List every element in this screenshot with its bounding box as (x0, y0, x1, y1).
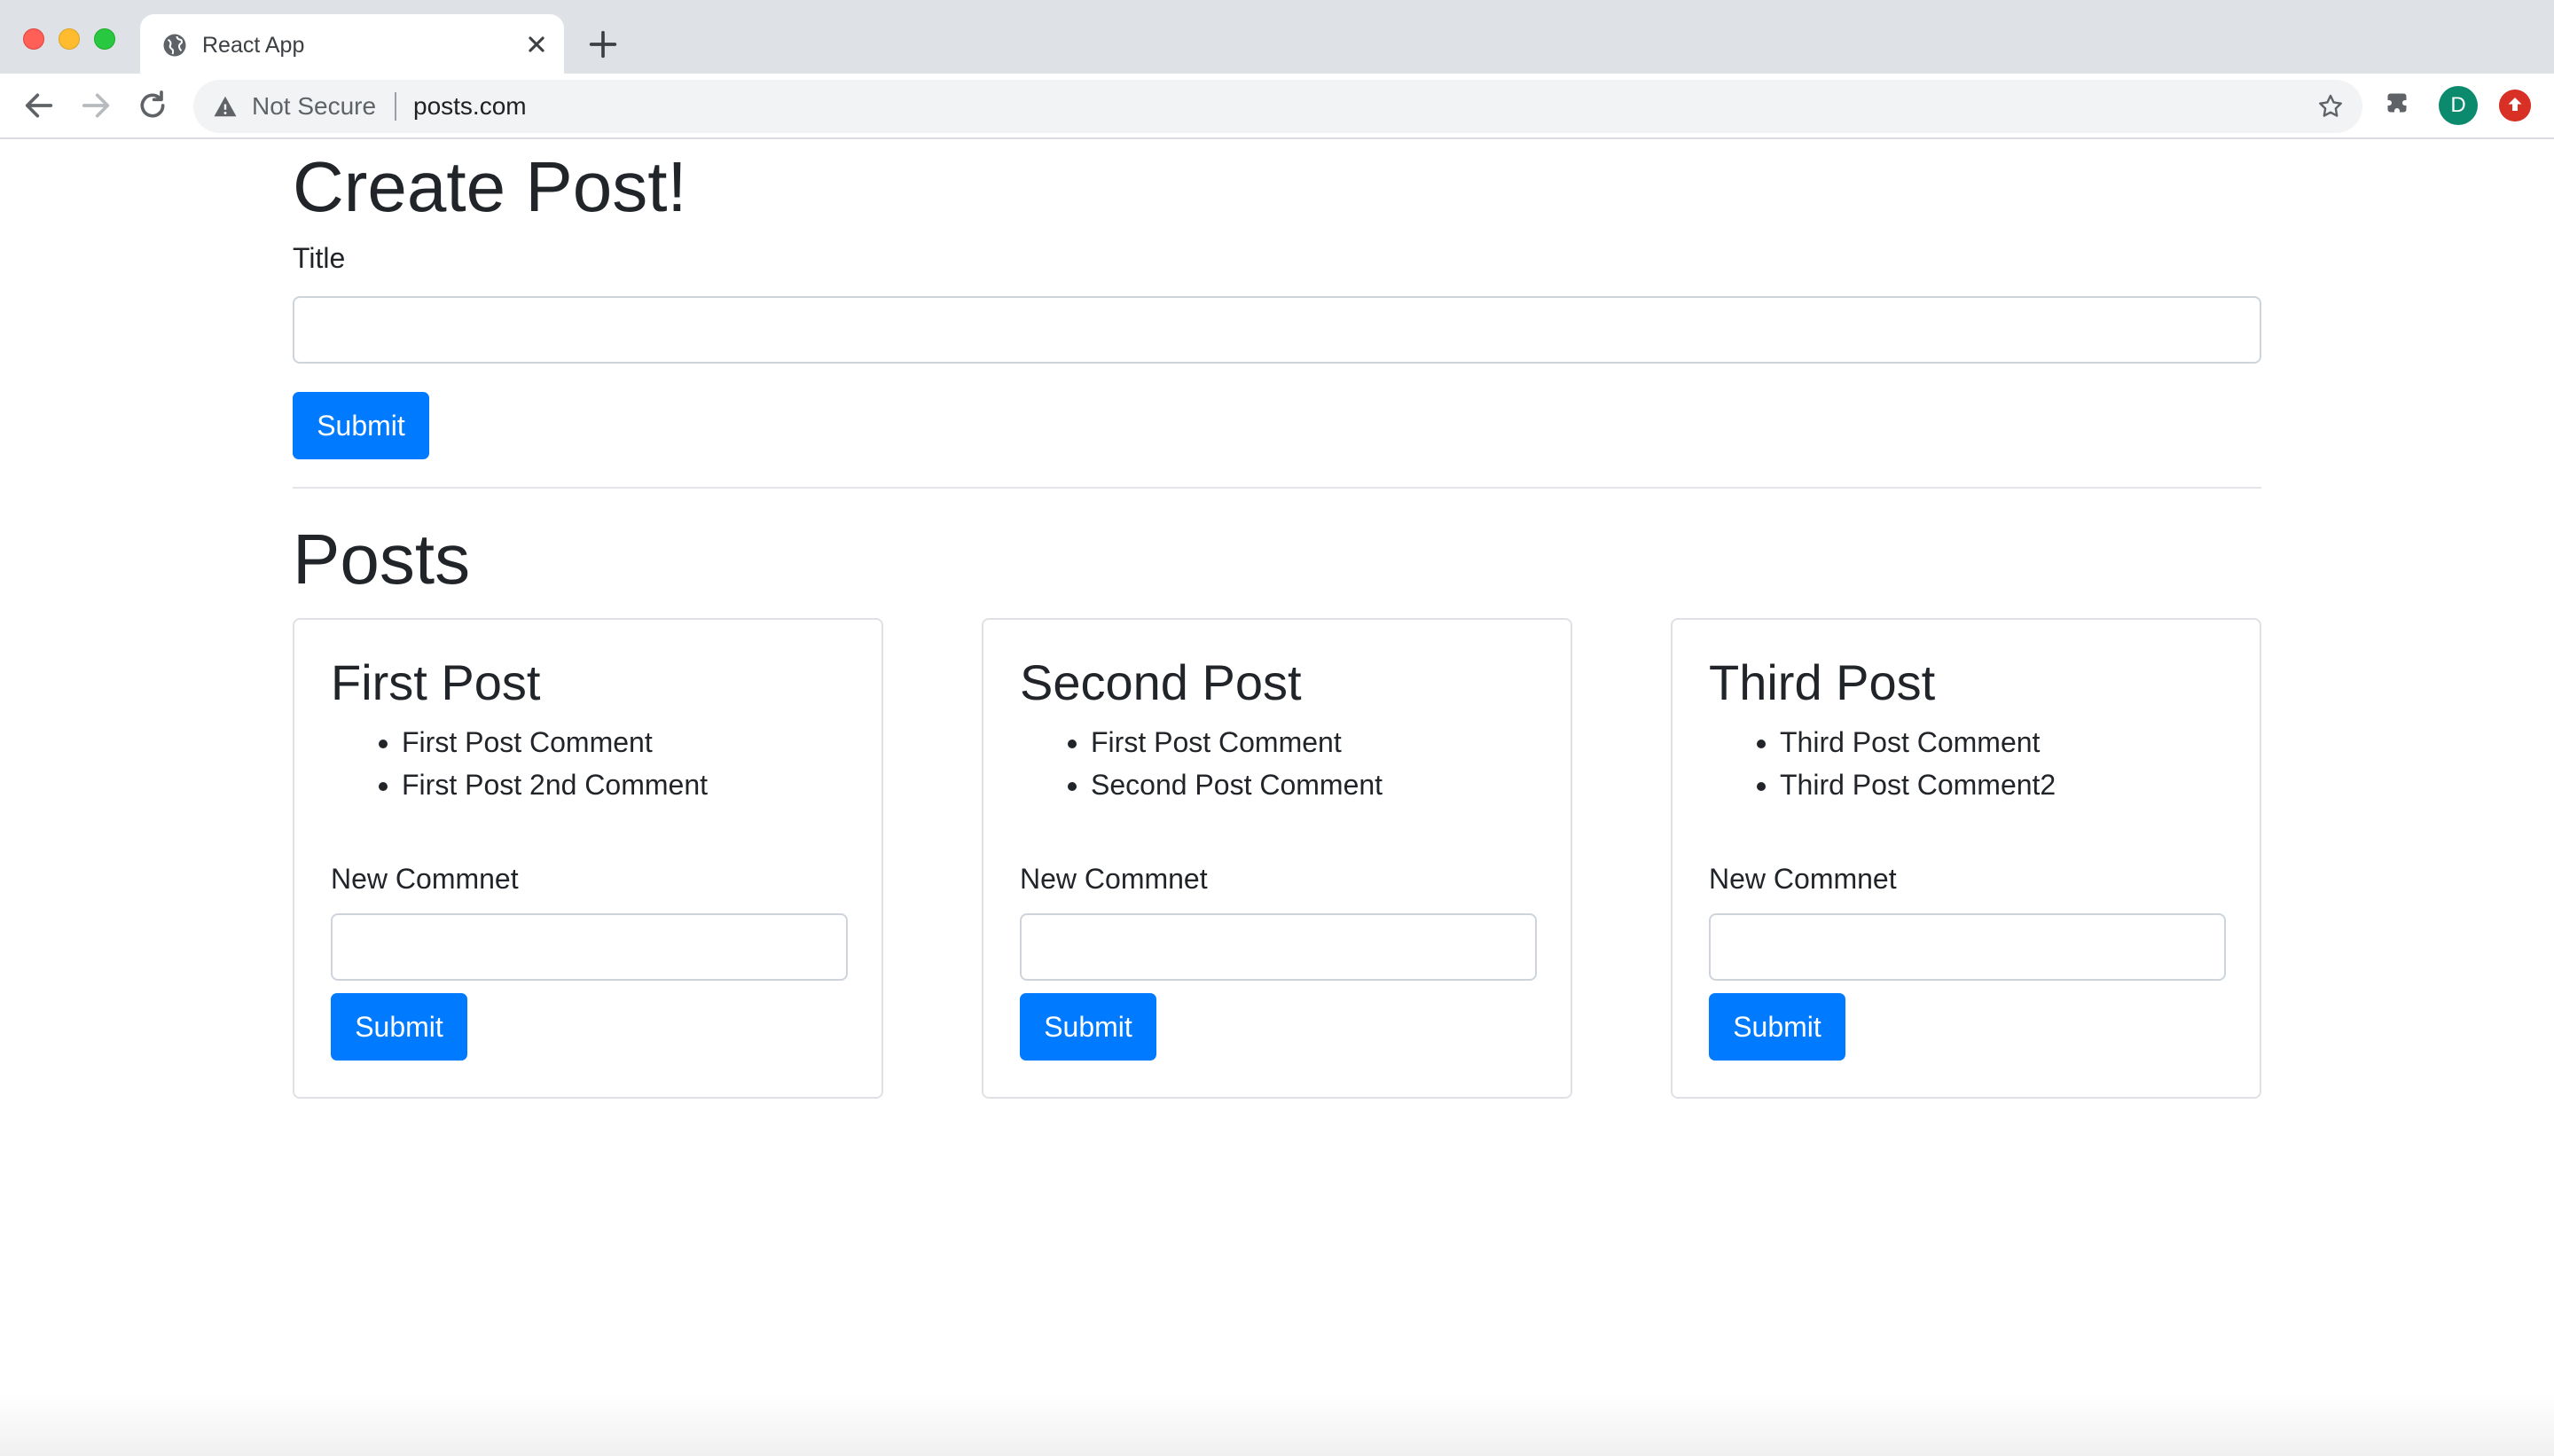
comment-list: First Post Comment Second Post Comment (1020, 721, 1383, 806)
globe-icon (163, 34, 186, 57)
browser-toolbar: Not Secure posts.com D (0, 74, 2554, 139)
comment-item: Third Post Comment2 (1780, 763, 2056, 806)
new-comment-input[interactable] (1709, 913, 2226, 981)
new-comment-label: New Commnet (1709, 863, 1897, 895)
minimize-window-button[interactable] (59, 28, 80, 50)
browser-chrome: React App Not Secure posts.com D (0, 0, 2554, 139)
reload-icon[interactable] (135, 88, 170, 123)
maximize-window-button[interactable] (94, 28, 115, 50)
close-window-button[interactable] (23, 28, 44, 50)
forward-arrow-icon[interactable] (78, 88, 114, 123)
extensions-puzzle-icon[interactable] (2384, 90, 2416, 121)
comment-list: First Post Comment First Post 2nd Commen… (331, 721, 708, 806)
warning-icon (214, 96, 237, 117)
new-comment-label: New Commnet (331, 863, 519, 895)
tab-strip: React App (0, 0, 2554, 74)
profile-avatar[interactable]: D (2439, 86, 2478, 125)
comment-list: Third Post Comment Third Post Comment2 (1709, 721, 2056, 806)
create-post-heading: Create Post! (293, 147, 687, 226)
window-bottom-shadow (0, 1394, 2554, 1456)
comment-submit-button[interactable]: Submit (1709, 993, 1845, 1061)
back-arrow-icon[interactable] (21, 88, 57, 123)
update-arrow-icon[interactable] (2499, 90, 2531, 121)
divider (293, 487, 2261, 489)
post-card: Third Post Third Post Comment Third Post… (1671, 618, 2261, 1099)
security-label[interactable]: Not Secure (252, 91, 376, 121)
comment-submit-button[interactable]: Submit (1020, 993, 1156, 1061)
title-input[interactable] (293, 296, 2261, 364)
create-post-submit-button[interactable]: Submit (293, 392, 429, 459)
comment-item: First Post 2nd Comment (402, 763, 708, 806)
comment-item: Second Post Comment (1091, 763, 1383, 806)
post-card: First Post First Post Comment First Post… (293, 618, 883, 1099)
post-title: First Post (331, 654, 541, 710)
comment-item: Third Post Comment (1780, 721, 2056, 763)
bookmark-star-icon[interactable] (2316, 92, 2345, 121)
title-label: Title (293, 242, 346, 274)
post-title: Second Post (1020, 654, 1302, 710)
comment-item: First Post Comment (402, 721, 708, 763)
url-text[interactable]: posts.com (413, 91, 527, 121)
tab-title: React App (202, 33, 305, 58)
comment-item: First Post Comment (1091, 721, 1383, 763)
post-title: Third Post (1709, 654, 1936, 710)
comment-submit-button[interactable]: Submit (331, 993, 467, 1061)
browser-tab[interactable]: React App (140, 14, 564, 74)
posts-heading: Posts (293, 520, 471, 599)
post-card: Second Post First Post Comment Second Po… (982, 618, 1572, 1099)
new-comment-input[interactable] (331, 913, 848, 981)
new-comment-label: New Commnet (1020, 863, 1208, 895)
new-comment-input[interactable] (1020, 913, 1537, 981)
omnibox-divider (395, 92, 396, 121)
new-tab-icon[interactable] (585, 27, 621, 62)
page-content: Create Post! Title Submit Posts First Po… (0, 139, 2554, 1456)
address-bar[interactable]: Not Secure posts.com (193, 80, 2362, 133)
close-tab-icon[interactable] (521, 29, 552, 59)
